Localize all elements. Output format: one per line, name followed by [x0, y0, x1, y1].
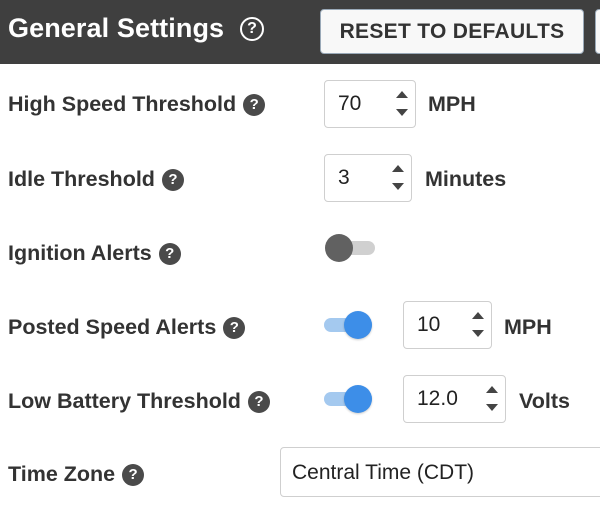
number-stepper[interactable]: [471, 308, 485, 342]
idle-threshold-unit: Minutes: [425, 167, 507, 191]
help-icon[interactable]: ?: [223, 316, 246, 339]
help-icon[interactable]: ?: [243, 93, 266, 116]
posted-speed-value: 10: [417, 313, 441, 336]
page-title: General Settings: [8, 13, 225, 43]
time-zone-label: Time Zone: [8, 462, 116, 486]
time-zone-select[interactable]: Central Time (CDT): [280, 447, 600, 497]
idle-threshold-label: Idle Threshold: [8, 167, 155, 191]
posted-speed-alerts-row: Posted Speed Alerts ?: [8, 315, 246, 340]
number-stepper[interactable]: [395, 87, 409, 121]
posted-speed-input[interactable]: 10: [403, 301, 492, 349]
help-icon[interactable]: ?: [122, 463, 145, 486]
help-icon[interactable]: ?: [247, 390, 270, 413]
decrement-icon[interactable]: [486, 404, 498, 411]
increment-icon[interactable]: [396, 91, 408, 98]
ignition-alerts-label: Ignition Alerts: [8, 241, 152, 265]
number-stepper[interactable]: [485, 382, 499, 416]
ignition-alerts-toggle[interactable]: [325, 233, 379, 263]
idle-threshold-row: Idle Threshold ?: [8, 167, 184, 192]
low-battery-input[interactable]: 12.0: [403, 375, 506, 423]
increment-icon[interactable]: [392, 165, 404, 172]
low-battery-unit: Volts: [519, 389, 570, 413]
low-battery-value: 12.0: [417, 387, 458, 410]
increment-icon[interactable]: [472, 312, 484, 319]
low-battery-threshold-row: Low Battery Threshold ?: [8, 389, 270, 414]
ignition-alerts-row: Ignition Alerts ?: [8, 241, 181, 266]
help-icon[interactable]: ?: [158, 242, 181, 265]
help-icon[interactable]: ?: [240, 17, 264, 41]
posted-speed-alerts-label: Posted Speed Alerts: [8, 315, 217, 339]
low-battery-toggle[interactable]: [322, 384, 376, 414]
high-speed-threshold-input[interactable]: 70: [324, 80, 416, 128]
high-speed-threshold-label: High Speed Threshold: [8, 92, 237, 116]
idle-threshold-input[interactable]: 3: [324, 154, 412, 202]
increment-icon[interactable]: [486, 386, 498, 393]
high-speed-unit: MPH: [428, 92, 476, 116]
help-icon[interactable]: ?: [161, 168, 184, 191]
overflow-button[interactable]: [595, 9, 600, 54]
decrement-icon[interactable]: [472, 330, 484, 337]
settings-header: General Settings ? RESET TO DEFAULTS: [0, 0, 600, 64]
time-zone-row: Time Zone ?: [8, 462, 145, 487]
low-battery-threshold-label: Low Battery Threshold: [8, 389, 241, 413]
time-zone-value: Central Time (CDT): [292, 461, 475, 484]
high-speed-threshold-row: High Speed Threshold ?: [8, 92, 266, 117]
decrement-icon[interactable]: [396, 109, 408, 116]
posted-speed-alerts-toggle[interactable]: [322, 310, 376, 340]
posted-speed-unit: MPH: [504, 315, 552, 339]
high-speed-threshold-value: 70: [338, 92, 362, 115]
idle-threshold-value: 3: [338, 166, 350, 189]
decrement-icon[interactable]: [392, 183, 404, 190]
reset-to-defaults-button[interactable]: RESET TO DEFAULTS: [320, 9, 584, 54]
number-stepper[interactable]: [391, 161, 405, 195]
